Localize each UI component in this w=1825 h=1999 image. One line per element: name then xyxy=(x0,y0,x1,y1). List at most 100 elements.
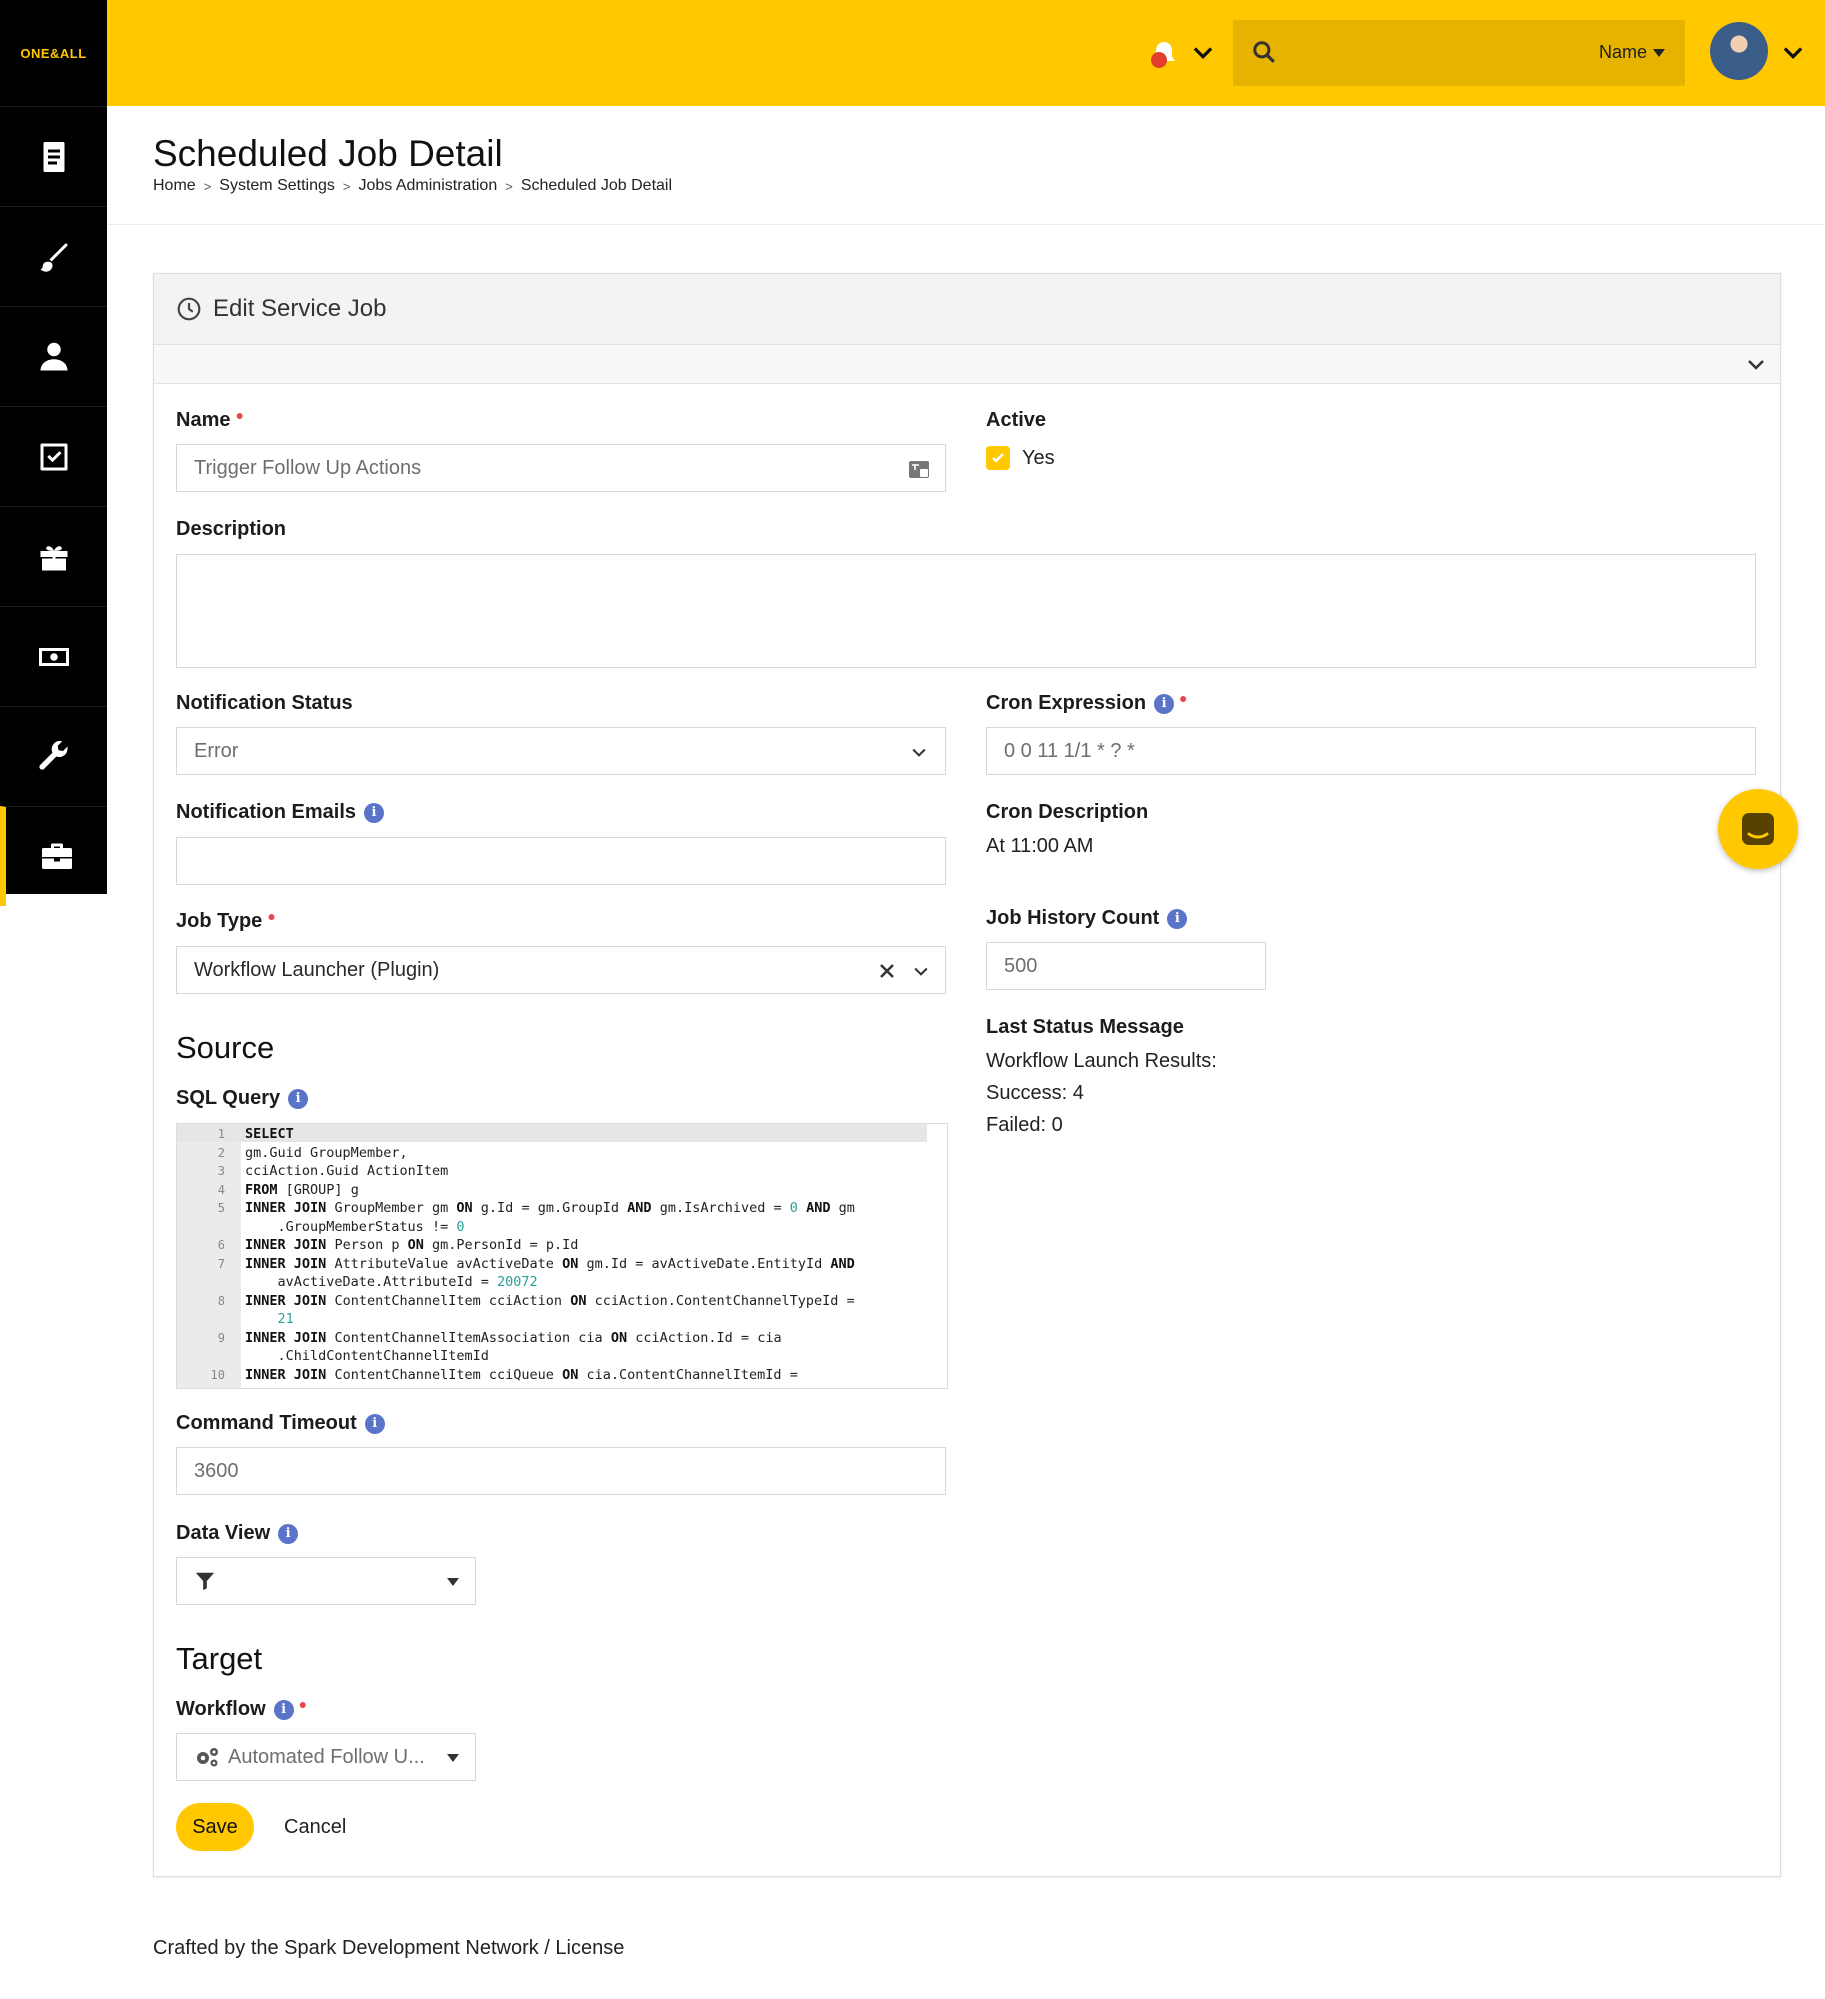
translate-icon[interactable] xyxy=(907,457,931,481)
nav-admin[interactable] xyxy=(0,806,107,906)
workflow-label-text: Workflow xyxy=(176,1698,266,1720)
nav-tools[interactable] xyxy=(0,706,107,806)
chevron-down-icon[interactable] xyxy=(1779,38,1807,66)
code-line-text: FROM [GROUP] g xyxy=(245,1181,359,1198)
info-icon[interactable]: i xyxy=(364,802,385,823)
cancel-button[interactable]: Cancel xyxy=(278,1803,352,1851)
cron-expression-label: Cron Expression i ● xyxy=(986,690,1188,715)
breadcrumb-separator: > xyxy=(342,178,351,194)
chevron-down-icon xyxy=(914,967,928,976)
required-indicator: ● xyxy=(235,406,244,423)
job-history-count-input[interactable]: 500 xyxy=(986,942,1266,990)
gift-icon xyxy=(40,545,67,570)
sidebar: ONE&ALL xyxy=(0,0,107,906)
search-input[interactable]: Name xyxy=(1233,20,1685,86)
checkbox-icon xyxy=(40,443,67,470)
breadcrumb: Home > System Settings > Jobs Administra… xyxy=(153,177,672,195)
nav-finance[interactable] xyxy=(0,606,107,706)
code-line-text: .GroupMemberStatus != 0 xyxy=(277,1218,465,1235)
workflow-value: Automated Follow U... xyxy=(228,1745,425,1768)
nav-content[interactable] xyxy=(0,106,107,206)
last-status-message-line: Success: 4 xyxy=(986,1082,1084,1104)
cron-expression-value: 0 0 11 1/1 * ? * xyxy=(1004,739,1135,762)
name-input-value: Trigger Follow Up Actions xyxy=(194,456,422,479)
code-line-number: 2 xyxy=(217,1145,225,1160)
source-section-title: Source xyxy=(176,1030,275,1065)
code-line-text: INNER JOIN ContentChannelItem cciAction … xyxy=(245,1292,855,1309)
page-title: Scheduled Job Detail xyxy=(153,133,503,174)
panel-title: Edit Service Job xyxy=(213,295,387,322)
required-indicator: ● xyxy=(298,1695,308,1712)
chevron-down-icon[interactable] xyxy=(1189,38,1217,66)
code-line-text: INNER JOIN ContentChannelItemAssociation… xyxy=(245,1329,782,1346)
caret-down-icon xyxy=(1653,48,1665,57)
notification-status-label: Notification Status xyxy=(176,692,353,714)
info-icon[interactable]: i xyxy=(288,1088,309,1109)
breadcrumb-home[interactable]: Home xyxy=(153,177,196,195)
nav-giving[interactable] xyxy=(0,506,107,606)
search-icon xyxy=(1253,41,1275,63)
info-icon[interactable]: i xyxy=(273,1699,294,1720)
chat-icon xyxy=(1742,813,1774,845)
job-type-select[interactable]: Workflow Launcher (Plugin) xyxy=(176,946,946,994)
caret-down-icon xyxy=(447,1754,459,1762)
workflow-picker[interactable]: Automated Follow U... xyxy=(176,1733,476,1781)
sql-query-label: SQL Query i xyxy=(176,1087,309,1110)
command-timeout-input[interactable]: 3600 xyxy=(176,1447,946,1495)
app-logo[interactable]: ONE&ALL xyxy=(0,0,107,106)
edit-service-job-panel: Edit Service Job Name ● Trigger Follow Up… xyxy=(153,273,1781,1877)
help-chat-button[interactable] xyxy=(1718,789,1798,869)
code-line-text: gm.Guid GroupMember, xyxy=(245,1144,408,1161)
code-line: 4 FROM [GROUP] g xyxy=(177,1181,947,1199)
search-filter-dropdown[interactable]: Name xyxy=(1599,42,1665,63)
sql-query-label-text: SQL Query xyxy=(176,1087,281,1109)
code-line: 3 cciAction.Guid ActionItem xyxy=(177,1162,947,1180)
code-line-text: INNER JOIN AttributeValue avActiveDate O… xyxy=(245,1255,855,1272)
description-textarea[interactable] xyxy=(176,554,1756,668)
info-icon[interactable]: i xyxy=(1154,693,1175,714)
name-input[interactable]: Trigger Follow Up Actions xyxy=(176,444,946,492)
name-label-text: Name xyxy=(176,409,231,431)
notification-status-select[interactable]: Error xyxy=(176,727,946,775)
notification-bell-icon[interactable] xyxy=(1144,34,1184,74)
clear-icon[interactable] xyxy=(879,963,895,979)
filter-icon xyxy=(195,1572,215,1591)
code-line-number: 10 xyxy=(210,1367,225,1382)
code-line-text: INNER JOIN ContentChannelItem cciQueue O… xyxy=(245,1366,798,1383)
panel-header: Edit Service Job xyxy=(154,274,1780,345)
info-icon[interactable]: i xyxy=(364,1413,385,1434)
active-checkbox[interactable]: Yes xyxy=(986,446,1055,470)
money-icon xyxy=(38,647,69,666)
clock-icon xyxy=(177,297,201,321)
code-line-text: avActiveDate.AttributeId = 20072 xyxy=(277,1274,538,1290)
notification-emails-input[interactable] xyxy=(176,837,946,885)
command-timeout-value: 3600 xyxy=(194,1459,239,1482)
cron-expression-input[interactable]: 0 0 11 1/1 * ? * xyxy=(986,727,1756,775)
active-checkbox-label: Yes xyxy=(1022,446,1055,469)
breadcrumb-system-settings[interactable]: System Settings xyxy=(219,177,335,195)
notification-emails-label: Notification Emails i xyxy=(176,801,385,824)
code-line-number: 8 xyxy=(217,1293,225,1308)
nav-people[interactable] xyxy=(0,306,107,406)
job-history-count-label-text: Job History Count xyxy=(986,907,1160,929)
code-line-number: 3 xyxy=(217,1164,225,1178)
checkbox-checked-icon[interactable] xyxy=(986,446,1010,470)
required-indicator: ● xyxy=(267,907,276,924)
save-button[interactable]: Save xyxy=(176,1803,254,1851)
wrench-icon xyxy=(38,740,68,770)
code-line: 2 gm.Guid GroupMember, xyxy=(177,1144,947,1162)
breadcrumb-jobs-administration[interactable]: Jobs Administration xyxy=(358,177,497,195)
info-icon[interactable]: i xyxy=(278,1523,299,1544)
code-line-number: 9 xyxy=(217,1330,225,1345)
chevron-down-icon[interactable] xyxy=(1744,352,1768,376)
info-icon[interactable]: i xyxy=(1167,908,1188,929)
nav-design[interactable] xyxy=(0,206,107,306)
data-view-picker[interactable] xyxy=(176,1557,476,1605)
avatar[interactable] xyxy=(1710,22,1768,80)
description-label: Description xyxy=(176,518,287,540)
nav-tasks[interactable] xyxy=(0,406,107,506)
code-line-text: .ChildContentChannelItemId xyxy=(277,1348,489,1364)
breadcrumb-current: Scheduled Job Detail xyxy=(520,177,673,194)
panel-drawer[interactable] xyxy=(154,345,1780,384)
sql-query-editor[interactable]: 1 SELECT 2 gm.Guid GroupMember, 3 cciAction.G… xyxy=(176,1123,948,1389)
